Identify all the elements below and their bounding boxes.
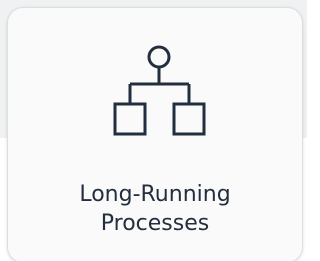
long-running-processes-card[interactable]: Long-Running Processes (7, 7, 303, 261)
card-title-line1: Long-Running (79, 182, 231, 207)
card-title-line2: Processes (100, 211, 210, 236)
card-title: Long-Running Processes (8, 180, 302, 238)
workflow-hierarchy-icon (109, 40, 221, 152)
